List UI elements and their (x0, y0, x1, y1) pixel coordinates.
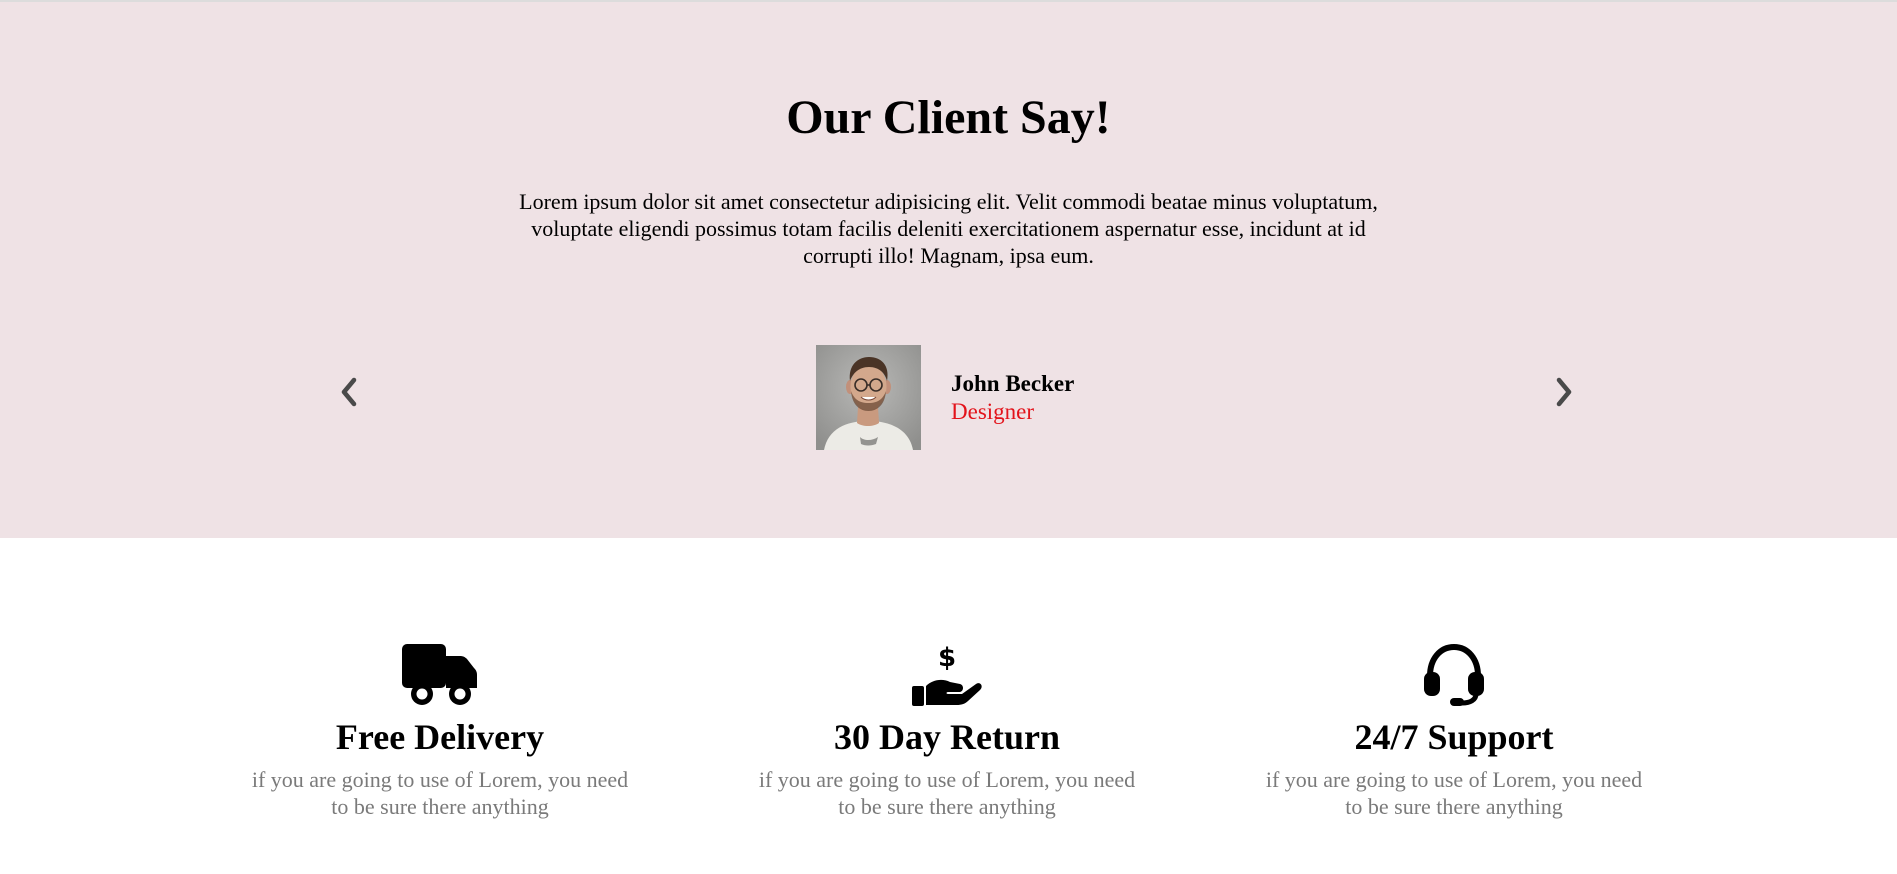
client-portrait-image (816, 345, 921, 450)
feature-text: if you are going to use of Lorem, you ne… (1265, 767, 1643, 819)
section-description: Lorem ipsum dolor sit amet consectetur a… (519, 189, 1378, 268)
feature-title: 24/7 Support (1354, 717, 1554, 757)
testimonial-section: Our Client Say! Lorem ipsum dolor sit am… (0, 2, 1897, 538)
truck-icon (402, 644, 477, 705)
client-name: John Becker (951, 371, 1075, 396)
chevron-right-icon (1556, 377, 1572, 407)
client-avatar (816, 345, 921, 450)
client-role: Designer (951, 399, 1035, 424)
feature-text: if you are going to use of Lorem, you ne… (758, 767, 1136, 819)
svg-text:$: $ (938, 643, 956, 673)
feature-free-delivery: Free Delivery if you are going to use of… (240, 630, 640, 820)
feature-title: 30 Day Return (834, 717, 1060, 757)
section-title: Our Client Say! (786, 91, 1111, 144)
carousel-next-button[interactable] (1550, 374, 1578, 410)
chevron-left-icon (341, 377, 357, 407)
headset-icon (1424, 643, 1484, 706)
feature-24-7-support: 24/7 Support if you are going to use of … (1254, 630, 1654, 820)
carousel-prev-button[interactable] (335, 374, 363, 410)
feature-title: Free Delivery (335, 717, 545, 757)
feature-30-day-return: $ 30 Day Return if you are going to use … (747, 630, 1147, 820)
hand-dollar-icon: $ (912, 643, 982, 706)
feature-text: if you are going to use of Lorem, you ne… (251, 767, 629, 819)
